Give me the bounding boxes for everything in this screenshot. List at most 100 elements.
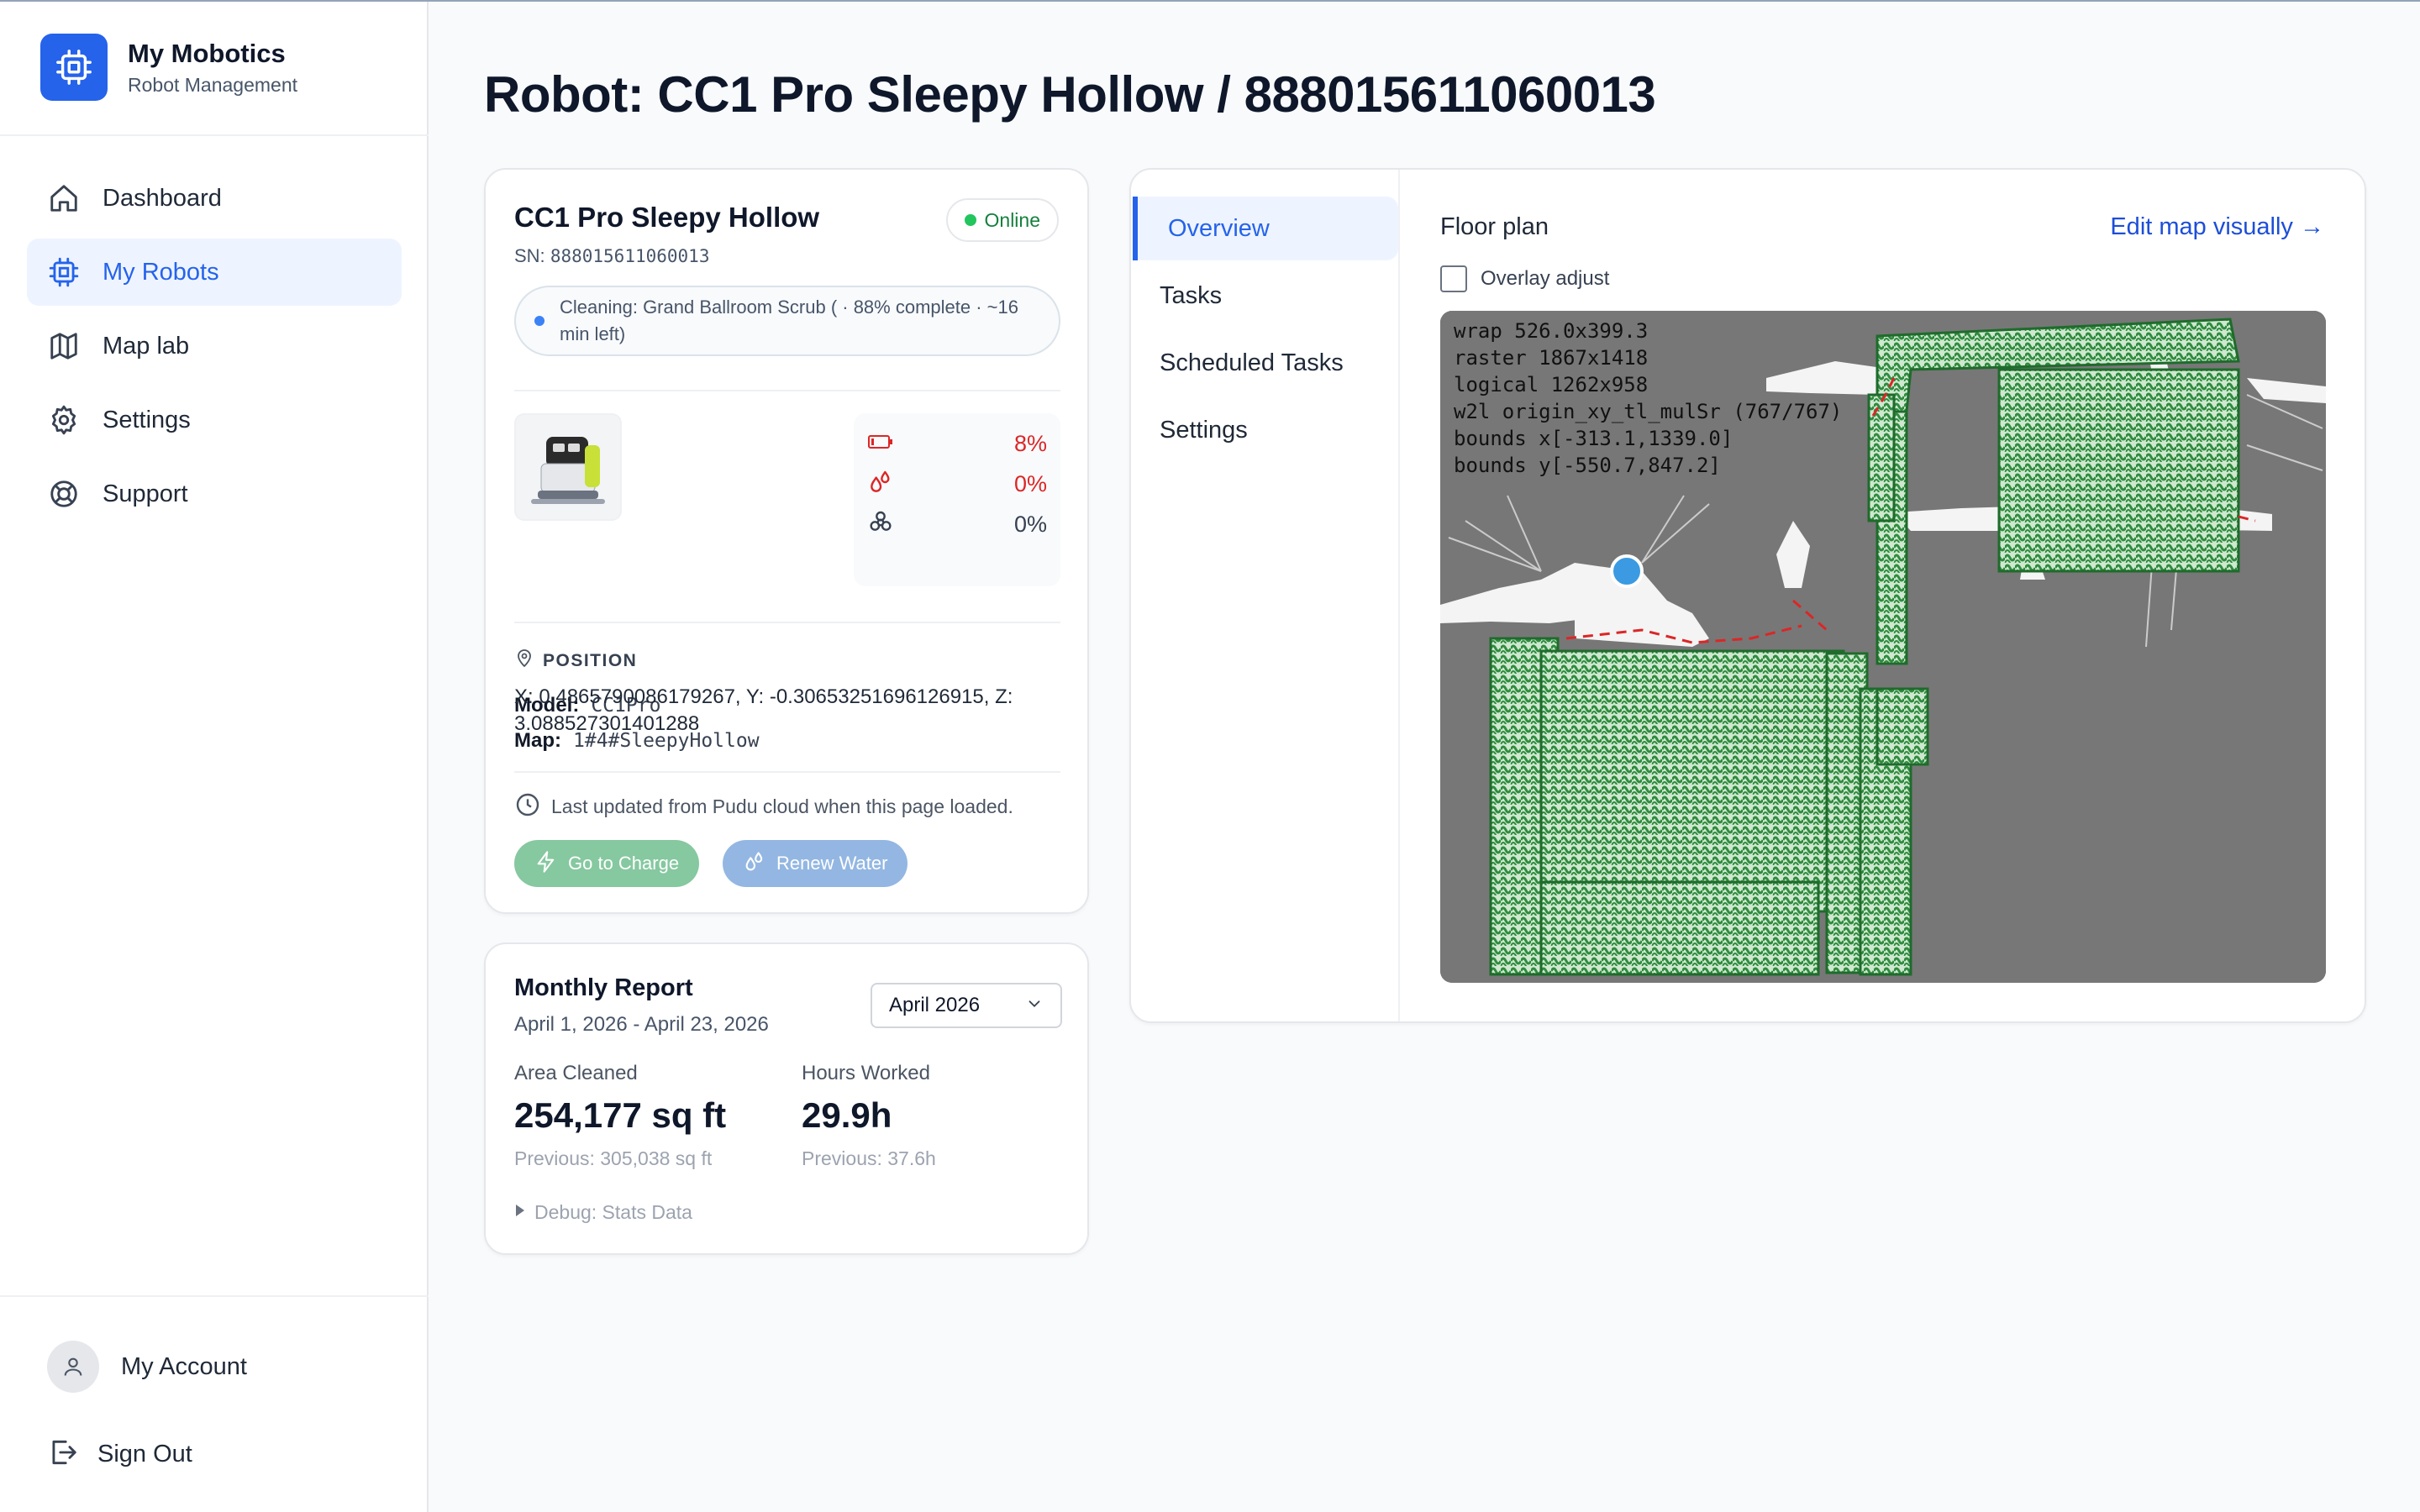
biohazard-icon [867, 509, 894, 540]
water-drops-icon [743, 850, 766, 878]
activity-status: Cleaning: Grand Ballroom Scrub ( · 88% c… [514, 286, 1060, 356]
robot-card: CC1 Pro Sleepy Hollow SN: 88801561106001… [484, 168, 1089, 914]
position-heading-label: POSITION [543, 650, 638, 670]
tab-tasks[interactable]: Tasks [1133, 264, 1398, 328]
consumable-levels: 8% 0% 0% [854, 413, 1060, 586]
chevron-down-icon [1025, 995, 1044, 1017]
my-account-label: My Account [121, 1352, 247, 1380]
serial-value: 888015611060013 [550, 246, 710, 266]
sidebar: My Mobotics Robot Management Dashboard M… [0, 2, 429, 1512]
report-date-range: April 1, 2026 - April 23, 2026 [514, 1013, 769, 1036]
waste-value: 0% [1013, 511, 1047, 537]
sidebar-item-label: Map lab [103, 332, 190, 360]
sidebar-item-my-robots[interactable]: My Robots [27, 239, 402, 306]
home-icon [47, 181, 81, 215]
sidebar-item-label: My Robots [103, 258, 219, 286]
clock-icon [514, 791, 541, 822]
activity-dot-icon [534, 316, 544, 326]
overlay-adjust: Overlay adjust [1440, 265, 1609, 292]
sidebar-item-label: Dashboard [103, 184, 222, 212]
tab-settings[interactable]: Settings [1133, 398, 1398, 462]
avatar [47, 1341, 99, 1393]
my-account-button[interactable]: My Account [47, 1341, 247, 1393]
tab-label: Tasks [1160, 281, 1223, 309]
map-debug-line: raster 1867x1418 [1454, 346, 1649, 370]
chip-icon [47, 255, 81, 289]
overlay-adjust-checkbox[interactable] [1440, 265, 1467, 292]
gear-icon [47, 403, 81, 437]
go-to-charge-button[interactable]: Go to Charge [514, 840, 700, 887]
activity-line-1: Cleaning: Grand Ballroom Scrub ( · 88% c… [560, 297, 1018, 318]
month-select[interactable]: April 2026 [871, 983, 1062, 1028]
sidebar-item-map-lab[interactable]: Map lab [27, 312, 402, 380]
tab-scheduled-tasks[interactable]: Scheduled Tasks [1133, 331, 1398, 395]
position-line-1: X: 0.4865790086179267, Y: -0.30653251696… [514, 685, 1013, 708]
floor-plan-map[interactable]: wrap 526.0x399.3 raster 1867x1418 logica… [1440, 311, 2326, 983]
online-dot-icon [964, 214, 976, 226]
last-updated: Last updated from Pudu cloud when this p… [514, 791, 1013, 822]
tab-label: Settings [1160, 416, 1248, 444]
water-value: 0% [1013, 470, 1047, 496]
position-line-2: 3.088527301401288 [514, 712, 700, 735]
location-pin-icon [514, 648, 534, 673]
brand[interactable]: My Mobotics Robot Management [40, 34, 297, 101]
sidebar-item-label: Settings [103, 406, 191, 433]
edit-map-link[interactable]: Edit map visually → [2110, 213, 2324, 241]
floor-plan-title: Floor plan [1440, 213, 1549, 240]
tab-label: Scheduled Tasks [1160, 349, 1344, 376]
sidebar-nav: Dashboard My Robots Map lab Settings Sup… [27, 165, 402, 534]
robot-tabs: Overview Tasks Scheduled Tasks Settings [1131, 170, 1400, 1021]
chip-logo-icon [40, 34, 108, 101]
divider [514, 622, 1060, 623]
serial-label: SN: [514, 245, 545, 266]
debug-stats-toggle[interactable]: Debug: Stats Data [514, 1201, 692, 1224]
renew-water-label: Renew Water [776, 853, 888, 874]
robot-location-marker[interactable] [1610, 554, 1644, 588]
debug-stats-label: Debug: Stats Data [534, 1201, 692, 1223]
map-debug-line: wrap 526.0x399.3 [1454, 319, 1649, 343]
lightning-icon [534, 850, 558, 878]
area-cleaned-label: Area Cleaned [514, 1062, 638, 1084]
area-cleaned-value: 254,177 sq ft [514, 1095, 727, 1135]
overlay-adjust-label: Overlay adjust [1481, 267, 1610, 290]
tab-overview[interactable]: Overview [1133, 197, 1398, 260]
sidebar-item-support[interactable]: Support [27, 460, 402, 528]
sign-out-icon [47, 1436, 79, 1473]
monthly-report-card: Monthly Report April 1, 2026 - April 23,… [484, 942, 1089, 1255]
hours-worked-previous: Previous: 37.6h [802, 1147, 936, 1169]
divider [514, 771, 1060, 773]
renew-water-button[interactable]: Renew Water [723, 840, 908, 887]
sidebar-item-label: Support [103, 480, 188, 507]
position-heading: POSITION [514, 648, 637, 673]
status-badge: Online [945, 198, 1059, 242]
water-drops-icon [867, 469, 894, 500]
position-coordinates: X: 0.4865790086179267, Y: -0.30653251696… [514, 684, 1060, 738]
map-debug-line: bounds x[-313.1,1339.0] [1454, 427, 1733, 450]
robot-name: CC1 Pro Sleepy Hollow [514, 202, 820, 233]
status-badge-label: Online [984, 208, 1040, 231]
last-updated-text: Last updated from Pudu cloud when this p… [551, 795, 1013, 817]
robot-serial: SN: 888015611060013 [514, 245, 709, 267]
sign-out-label: Sign Out [97, 1441, 192, 1467]
tab-label: Overview [1168, 214, 1270, 242]
map-card: Overview Tasks Scheduled Tasks Settings … [1129, 168, 2366, 1023]
hours-worked-value: 29.9h [802, 1095, 892, 1135]
activity-line-2: min left) [560, 323, 626, 344]
sidebar-item-dashboard[interactable]: Dashboard [27, 165, 402, 232]
map-debug-line: logical 1262x958 [1454, 373, 1649, 396]
report-title: Monthly Report [514, 974, 693, 1001]
map-debug-line: w2l origin_xy_tl_mulSr (767/767) [1454, 400, 1843, 423]
page-title: Robot: CC1 Pro Sleepy Hollow / 888015611… [484, 66, 1656, 123]
caret-right-icon [514, 1204, 526, 1221]
go-to-charge-label: Go to Charge [568, 853, 680, 874]
battery-value: 8% [1013, 430, 1047, 456]
sign-out-button[interactable]: Sign Out [47, 1436, 192, 1473]
activity-text: Cleaning: Grand Ballroom Scrub ( · 88% c… [560, 294, 1018, 348]
waste-level: 0% [867, 507, 1047, 541]
sidebar-divider [0, 134, 429, 136]
divider [514, 390, 1060, 391]
sidebar-divider [0, 1295, 429, 1297]
area-cleaned-previous: Previous: 305,038 sq ft [514, 1147, 713, 1169]
sidebar-item-settings[interactable]: Settings [27, 386, 402, 454]
brand-title: My Mobotics [128, 39, 286, 68]
